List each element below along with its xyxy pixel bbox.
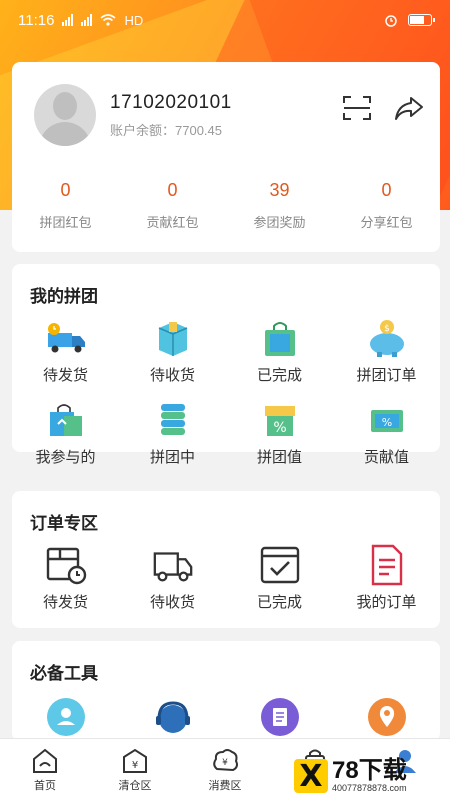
package-box-icon (151, 318, 195, 358)
avatar[interactable] (34, 84, 96, 146)
tool-profile[interactable] (12, 697, 119, 737)
share-icon[interactable] (394, 94, 424, 122)
grid-label: 贡献值 (363, 449, 409, 466)
group-value[interactable]: % 拼团值 (226, 400, 333, 467)
gift-bag-icon (44, 400, 88, 440)
stat-join-reward[interactable]: 39 参团奖励 (226, 180, 333, 231)
document-icon (365, 544, 409, 586)
coin-stack-icon (151, 400, 195, 440)
group-buy-card: 我的拼团 待发货 待收货 已完成 $ 拼团订单 我参与的 拼团中 % 拼团值 %… (12, 264, 440, 466)
tools-card: 必备工具 (12, 641, 440, 741)
stat-value: 39 (269, 180, 290, 200)
profile-card: 17102020101 账户余额：7700.45 0 拼团红包 0 贡献红包 3… (12, 62, 440, 252)
watermark-logo: X 78下载 40077878878.com (294, 756, 444, 796)
grid-label: 待发货 (42, 367, 88, 384)
scan-icon[interactable] (342, 94, 372, 122)
grid-label: 已完成 (256, 594, 302, 611)
stat-share-redpacket[interactable]: 0 分享红包 (333, 180, 440, 231)
signal-icon (62, 14, 74, 26)
percent-gift-icon: % (258, 400, 302, 440)
group-completed[interactable]: 已完成 (226, 318, 333, 385)
location-icon (367, 698, 406, 736)
clock: 11:16 (18, 11, 55, 29)
alarm-icon (385, 15, 397, 27)
svg-text:$: $ (384, 324, 390, 334)
user-phone: 17102020101 (110, 92, 232, 113)
delivery-truck-icon (44, 318, 88, 358)
watermark-x-icon: X (294, 759, 328, 794)
stat-group-redpacket[interactable]: 0 拼团红包 (12, 180, 119, 231)
profile-icon (46, 698, 85, 736)
tab-label: 清仓区 (118, 780, 152, 792)
box-clock-icon (44, 545, 88, 585)
notes-icon (260, 698, 299, 736)
grid-label: 拼团中 (149, 449, 195, 466)
watermark-url: 40077878878.com (332, 783, 407, 793)
svg-text:¥: ¥ (222, 758, 228, 768)
watermark-brand: 78下载 (332, 757, 407, 784)
stat-value: 0 (381, 180, 392, 200)
section-title: 必备工具 (30, 664, 98, 683)
battery-icon (408, 14, 435, 26)
tool-location[interactable] (333, 697, 440, 737)
order-completed[interactable]: 已完成 (226, 545, 333, 612)
home-icon (33, 748, 57, 773)
tab-label: 消费区 (208, 780, 242, 792)
consumption-icon: ¥ (213, 749, 238, 772)
group-in-progress[interactable]: 拼团中 (119, 400, 226, 467)
stat-label: 分享红包 (360, 215, 413, 230)
grid-label: 已完成 (256, 367, 302, 384)
tab-label: 首页 (34, 780, 56, 792)
tab-home[interactable]: 首页 (0, 739, 90, 800)
status-bar: 11:16 HD (0, 0, 450, 40)
stat-value: 0 (167, 180, 178, 200)
svg-text:¥: ¥ (132, 760, 138, 771)
stats-row: 0 拼团红包 0 贡献红包 39 参团奖励 0 分享红包 (12, 180, 440, 231)
grid-label: 拼团值 (256, 449, 302, 466)
order-pending-receive[interactable]: 待收货 (119, 545, 226, 612)
customer-service-icon (155, 701, 190, 733)
tab-clearance[interactable]: ¥ 清仓区 (90, 739, 180, 800)
grid-label: 我参与的 (35, 449, 96, 466)
section-title: 我的拼团 (30, 287, 98, 306)
contribution-value[interactable]: % 贡献值 (333, 400, 440, 467)
tool-notes[interactable] (226, 697, 333, 737)
svg-text:%: % (381, 416, 391, 429)
truck-outline-icon (151, 545, 195, 585)
group-pending-ship[interactable]: 待发货 (12, 318, 119, 385)
stat-value: 0 (60, 180, 71, 200)
grid-label: 我的订单 (356, 594, 417, 611)
section-title: 订单专区 (30, 514, 98, 533)
network-type: HD (124, 12, 144, 28)
stat-contribution-redpacket[interactable]: 0 贡献红包 (119, 180, 226, 231)
stat-label: 参团奖励 (253, 215, 306, 230)
account-balance: 账户余额：7700.45 (110, 123, 222, 138)
piggy-bank-icon: $ (365, 318, 409, 358)
signal-icon (81, 14, 93, 26)
orders-card: 订单专区 待发货 待收货 已完成 我的订单 (12, 491, 440, 628)
my-orders[interactable]: 我的订单 (333, 544, 440, 612)
group-pending-receive[interactable]: 待收货 (119, 318, 226, 385)
order-pending-ship[interactable]: 待发货 (12, 545, 119, 612)
tool-customer-service[interactable] (119, 697, 226, 737)
percent-card-icon: % (365, 400, 409, 440)
group-participated[interactable]: 我参与的 (12, 400, 119, 467)
tab-consumption[interactable]: ¥ 消费区 (180, 739, 270, 800)
grid-label: 待发货 (42, 594, 88, 611)
wifi-icon (100, 14, 116, 26)
clearance-icon: ¥ (123, 748, 147, 773)
svg-text:%: % (273, 420, 286, 436)
shopping-bag-icon (258, 318, 302, 358)
grid-label: 待收货 (149, 367, 195, 384)
grid-label: 拼团订单 (356, 367, 417, 384)
stat-label: 拼团红包 (39, 215, 92, 230)
stat-label: 贡献红包 (146, 215, 199, 230)
grid-label: 待收货 (149, 594, 195, 611)
check-box-icon (258, 545, 302, 585)
group-orders[interactable]: $ 拼团订单 (333, 318, 440, 385)
